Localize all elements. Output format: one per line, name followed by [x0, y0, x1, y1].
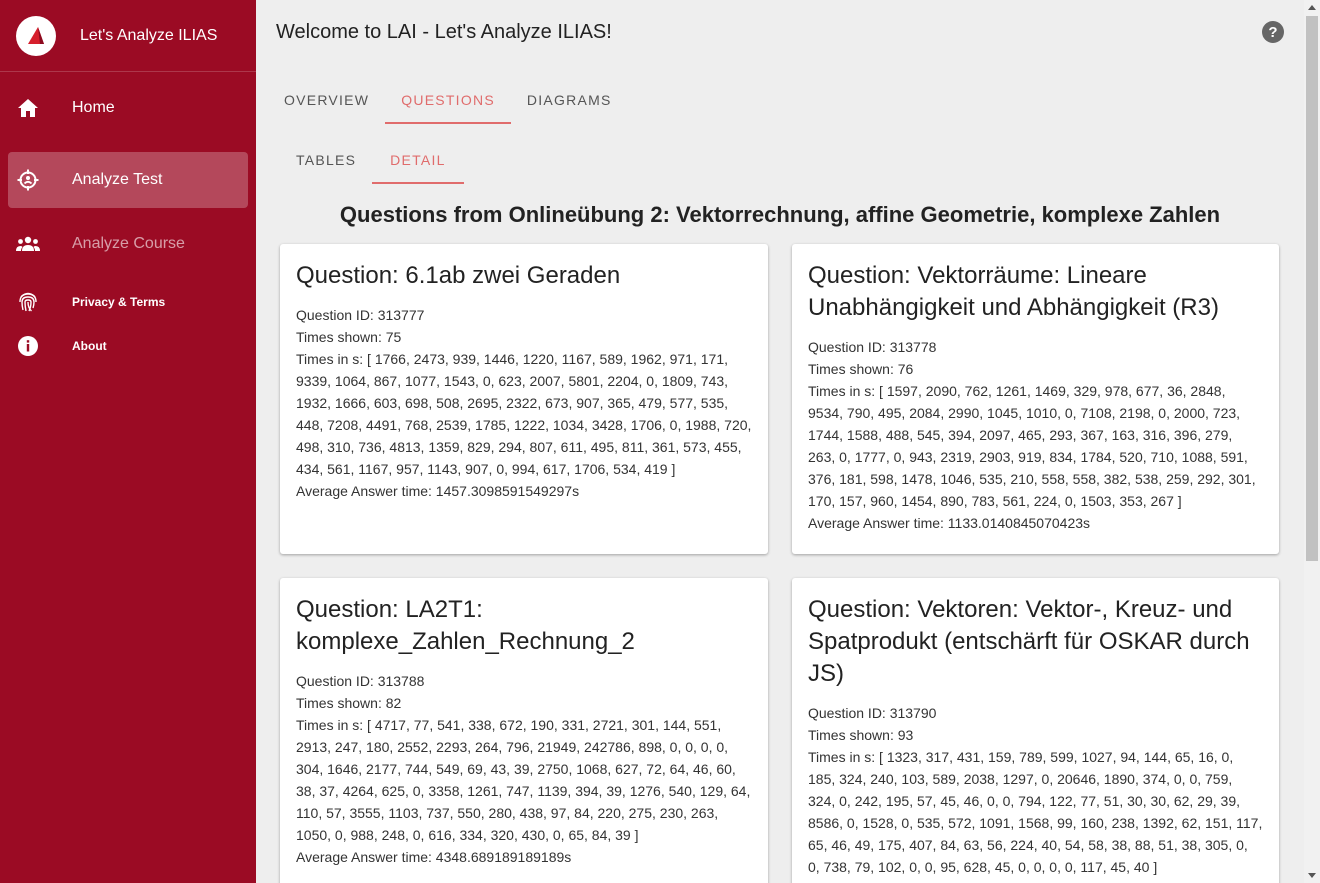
- sidebar: Let's Analyze ILIAS Home Analyze Test An…: [0, 0, 256, 883]
- times-list: Times in s: [ 1766, 2473, 939, 1446, 122…: [296, 351, 752, 477]
- group-icon: [8, 236, 48, 252]
- average-answer-time: Average Answer time: 4348.689189189189s: [296, 849, 572, 865]
- tab-tables[interactable]: TABLES: [280, 136, 372, 184]
- question-cards-grid: Question: 6.1ab zwei Geraden Question ID…: [280, 244, 1279, 883]
- question-id: Question ID: 313778: [808, 339, 937, 355]
- fingerprint-icon: [8, 291, 48, 313]
- page-title: Welcome to LAI - Let's Analyze ILIAS!: [276, 20, 612, 43]
- top-bar: Welcome to LAI - Let's Analyze ILIAS! ?: [256, 0, 1304, 64]
- sidebar-item-analyze-test[interactable]: Analyze Test: [8, 152, 248, 208]
- tab-detail[interactable]: DETAIL: [372, 136, 465, 184]
- sail-logo-icon: [28, 26, 44, 44]
- sidebar-item-label: Analyze Course: [72, 235, 185, 252]
- tab-diagrams[interactable]: DIAGRAMS: [511, 76, 628, 124]
- average-answer-time: Average Answer time: 1457.3098591549297s: [296, 483, 580, 499]
- info-icon: [8, 335, 48, 357]
- question-card: Question: Vektoren: Vektor-, Kreuz- und …: [792, 578, 1279, 883]
- main-tabs: OVERVIEW QUESTIONS DIAGRAMS: [256, 76, 1304, 124]
- sidebar-item-home[interactable]: Home: [8, 80, 248, 136]
- question-title: Question: Vektoren: Vektor-, Kreuz- und …: [808, 596, 1250, 687]
- help-icon[interactable]: ?: [1262, 21, 1284, 43]
- times-shown: Times shown: 93: [808, 727, 914, 743]
- sidebar-item-label: Analyze Test: [72, 171, 163, 188]
- sidebar-item-analyze-course[interactable]: Analyze Course: [8, 216, 248, 272]
- brand-header: Let's Analyze ILIAS: [0, 0, 256, 72]
- sidebar-item-label: Privacy & Terms: [72, 295, 166, 309]
- times-list: Times in s: [ 1597, 2090, 762, 1261, 146…: [808, 383, 1256, 509]
- question-id: Question ID: 313777: [296, 307, 425, 323]
- times-list: Times in s: [ 1323, 317, 431, 159, 789, …: [808, 749, 1263, 875]
- sub-tabs: TABLES DETAIL: [256, 136, 1304, 184]
- sidebar-nav: Home Analyze Test Analyze Course Privacy…: [0, 72, 256, 368]
- sidebar-item-label: Home: [72, 99, 115, 116]
- times-shown: Times shown: 75: [296, 329, 402, 345]
- scroll-down-icon[interactable]: [1308, 873, 1316, 878]
- question-title: Question: LA2T1: komplexe_Zahlen_Rechnun…: [296, 596, 635, 655]
- question-card: Question: 6.1ab zwei Geraden Question ID…: [280, 244, 768, 554]
- question-id: Question ID: 313788: [296, 673, 425, 689]
- tab-questions[interactable]: QUESTIONS: [385, 76, 511, 124]
- question-title: Question: Vektorräume: Lineare Unabhängi…: [808, 262, 1219, 321]
- question-card: Question: Vektorräume: Lineare Unabhängi…: [792, 244, 1279, 554]
- times-list: Times in s: [ 4717, 77, 541, 338, 672, 1…: [296, 717, 751, 843]
- sidebar-item-label: About: [72, 339, 107, 353]
- section-heading: Questions from Onlineübung 2: Vektorrech…: [339, 202, 1221, 227]
- scrollbar-thumb[interactable]: [1306, 16, 1318, 561]
- home-icon: [8, 98, 48, 118]
- sidebar-item-privacy[interactable]: Privacy & Terms: [8, 280, 248, 324]
- question-id: Question ID: 313790: [808, 705, 937, 721]
- tab-overview[interactable]: OVERVIEW: [268, 76, 385, 124]
- page-scrollbar[interactable]: [1304, 0, 1320, 883]
- brand-title: Let's Analyze ILIAS: [80, 26, 218, 44]
- main-content: Welcome to LAI - Let's Analyze ILIAS! ? …: [256, 0, 1304, 883]
- times-shown: Times shown: 82: [296, 695, 402, 711]
- average-answer-time: Average Answer time: 1133.0140845070423s: [808, 515, 1091, 531]
- times-shown: Times shown: 76: [808, 361, 914, 377]
- crosshair-icon: [8, 169, 48, 191]
- scroll-up-icon[interactable]: [1308, 5, 1316, 10]
- sidebar-item-about[interactable]: About: [8, 324, 248, 368]
- question-card: Question: LA2T1: komplexe_Zahlen_Rechnun…: [280, 578, 768, 883]
- logo[interactable]: [16, 15, 56, 56]
- question-title: Question: 6.1ab zwei Geraden: [296, 262, 621, 289]
